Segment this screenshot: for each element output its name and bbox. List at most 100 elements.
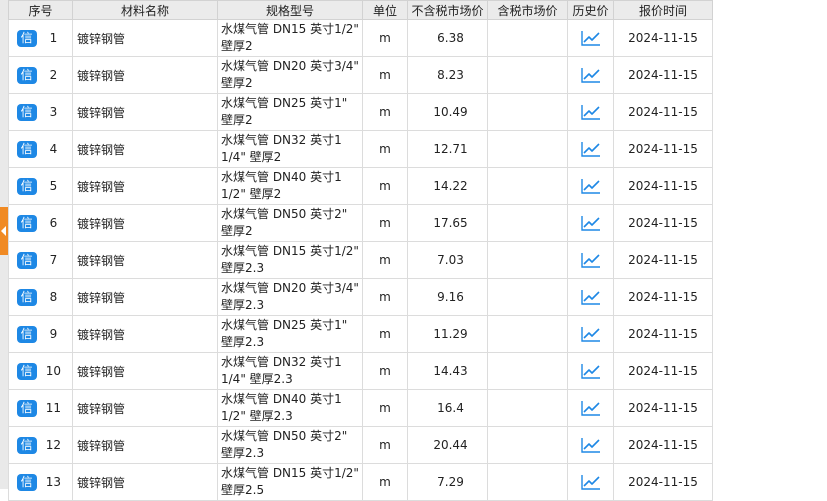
- header-material-name[interactable]: 材料名称: [72, 0, 218, 20]
- material-name: 镀锌钢管: [72, 56, 218, 94]
- trend-line-icon[interactable]: [580, 400, 601, 416]
- info-badge-icon[interactable]: 信: [16, 288, 37, 306]
- unit: m: [362, 56, 408, 94]
- trend-line-icon[interactable]: [580, 326, 601, 342]
- material-name: 镀锌钢管: [72, 93, 218, 131]
- table-row[interactable]: 信 6 镀锌钢管 水煤气管 DN50 英寸2" 壁厚2 m 17.65 2024…: [8, 204, 713, 242]
- unit: m: [362, 19, 408, 57]
- info-badge-icon[interactable]: 信: [16, 362, 37, 380]
- material-name: 镀锌钢管: [72, 19, 218, 57]
- row-seq: 10: [45, 364, 62, 378]
- row-seq: 12: [45, 438, 62, 452]
- info-badge-icon[interactable]: 信: [16, 29, 37, 47]
- info-badge-icon[interactable]: 信: [16, 214, 37, 232]
- price-incl-tax: [487, 19, 568, 57]
- seq-cell: 信 13: [8, 463, 73, 501]
- trend-line-icon[interactable]: [580, 252, 601, 268]
- info-badge-icon[interactable]: 信: [16, 140, 37, 158]
- info-badge-icon[interactable]: 信: [16, 325, 37, 343]
- seq-cell: 信 5: [8, 167, 73, 205]
- price-incl-tax: [487, 315, 568, 353]
- row-seq: 13: [45, 475, 62, 489]
- header-price-excl-tax[interactable]: 不含税市场价: [407, 0, 488, 20]
- trend-line-icon[interactable]: [580, 474, 601, 490]
- table-row[interactable]: 信 2 镀锌钢管 水煤气管 DN20 英寸3/4" 壁厚2 m 8.23 202…: [8, 56, 713, 94]
- quote-date: 2024-11-15: [613, 278, 713, 316]
- info-badge-icon[interactable]: 信: [16, 436, 37, 454]
- quote-date: 2024-11-15: [613, 19, 713, 57]
- quote-date: 2024-11-15: [613, 463, 713, 501]
- spec-model: 水煤气管 DN15 英寸1/2" 壁厚2.3: [217, 241, 363, 279]
- table-row[interactable]: 信 4 镀锌钢管 水煤气管 DN32 英寸1 1/4" 壁厚2 m 12.71 …: [8, 130, 713, 168]
- header-spec[interactable]: 规格型号: [217, 0, 363, 20]
- history-price-cell: [567, 389, 614, 427]
- quote-date: 2024-11-15: [613, 204, 713, 242]
- material-name: 镀锌钢管: [72, 389, 218, 427]
- price-incl-tax: [487, 278, 568, 316]
- history-price-cell: [567, 167, 614, 205]
- table-row[interactable]: 信 11 镀锌钢管 水煤气管 DN40 英寸1 1/2" 壁厚2.3 m 16.…: [8, 389, 713, 427]
- trend-line-icon[interactable]: [580, 30, 601, 46]
- material-name: 镀锌钢管: [72, 241, 218, 279]
- history-price-cell: [567, 130, 614, 168]
- price-incl-tax: [487, 167, 568, 205]
- trend-line-icon[interactable]: [580, 437, 601, 453]
- row-seq: 5: [49, 179, 58, 193]
- seq-cell: 信 8: [8, 278, 73, 316]
- trend-line-icon[interactable]: [580, 363, 601, 379]
- header-quote-date[interactable]: 报价时间: [613, 0, 713, 20]
- row-seq: 7: [49, 253, 58, 267]
- unit: m: [362, 130, 408, 168]
- material-name: 镀锌钢管: [72, 426, 218, 464]
- row-seq: 9: [49, 327, 58, 341]
- quote-date: 2024-11-15: [613, 352, 713, 390]
- price-excl-tax: 7.03: [407, 241, 488, 279]
- history-price-cell: [567, 426, 614, 464]
- table-row[interactable]: 信 5 镀锌钢管 水煤气管 DN40 英寸1 1/2" 壁厚2 m 14.22 …: [8, 167, 713, 205]
- header-seq[interactable]: 序号: [8, 0, 73, 20]
- table-row[interactable]: 信 1 镀锌钢管 水煤气管 DN15 英寸1/2" 壁厚2 m 6.38 202…: [8, 19, 713, 57]
- trend-line-icon[interactable]: [580, 178, 601, 194]
- price-excl-tax: 10.49: [407, 93, 488, 131]
- info-badge-icon[interactable]: 信: [16, 66, 37, 84]
- price-incl-tax: [487, 204, 568, 242]
- trend-line-icon[interactable]: [580, 289, 601, 305]
- info-badge-icon[interactable]: 信: [16, 103, 37, 121]
- info-badge-icon[interactable]: 信: [16, 177, 37, 195]
- quote-date: 2024-11-15: [613, 56, 713, 94]
- header-history[interactable]: 历史价: [567, 0, 614, 20]
- history-price-cell: [567, 19, 614, 57]
- row-seq: 3: [49, 105, 58, 119]
- table-body: 信 1 镀锌钢管 水煤气管 DN15 英寸1/2" 壁厚2 m 6.38 202…: [8, 19, 713, 501]
- header-price-incl-tax[interactable]: 含税市场价: [487, 0, 568, 20]
- trend-line-icon[interactable]: [580, 215, 601, 231]
- seq-cell: 信 11: [8, 389, 73, 427]
- unit: m: [362, 352, 408, 390]
- table-row[interactable]: 信 3 镀锌钢管 水煤气管 DN25 英寸1" 壁厚2 m 10.49 2024…: [8, 93, 713, 131]
- spec-model: 水煤气管 DN25 英寸1" 壁厚2: [217, 93, 363, 131]
- unit: m: [362, 463, 408, 501]
- unit: m: [362, 167, 408, 205]
- table-row[interactable]: 信 12 镀锌钢管 水煤气管 DN50 英寸2" 壁厚2.3 m 20.44 2…: [8, 426, 713, 464]
- table-row[interactable]: 信 13 镀锌钢管 水煤气管 DN15 英寸1/2" 壁厚2.5 m 7.29 …: [8, 463, 713, 501]
- trend-line-icon[interactable]: [580, 104, 601, 120]
- spec-model: 水煤气管 DN40 英寸1 1/2" 壁厚2: [217, 167, 363, 205]
- quote-date: 2024-11-15: [613, 315, 713, 353]
- seq-cell: 信 2: [8, 56, 73, 94]
- table-row[interactable]: 信 9 镀锌钢管 水煤气管 DN25 英寸1" 壁厚2.3 m 11.29 20…: [8, 315, 713, 353]
- price-incl-tax: [487, 93, 568, 131]
- history-price-cell: [567, 241, 614, 279]
- trend-line-icon[interactable]: [580, 141, 601, 157]
- spec-model: 水煤气管 DN15 英寸1/2" 壁厚2.5: [217, 463, 363, 501]
- header-unit[interactable]: 单位: [362, 0, 408, 20]
- trend-line-icon[interactable]: [580, 67, 601, 83]
- info-badge-icon[interactable]: 信: [16, 251, 37, 269]
- table-row[interactable]: 信 10 镀锌钢管 水煤气管 DN32 英寸1 1/4" 壁厚2.3 m 14.…: [8, 352, 713, 390]
- info-badge-icon[interactable]: 信: [16, 473, 37, 491]
- table-row[interactable]: 信 7 镀锌钢管 水煤气管 DN15 英寸1/2" 壁厚2.3 m 7.03 2…: [8, 241, 713, 279]
- price-excl-tax: 16.4: [407, 389, 488, 427]
- info-badge-icon[interactable]: 信: [16, 399, 37, 417]
- table-row[interactable]: 信 8 镀锌钢管 水煤气管 DN20 英寸3/4" 壁厚2.3 m 9.16 2…: [8, 278, 713, 316]
- collapse-panel-handle[interactable]: [0, 207, 8, 255]
- row-seq: 1: [49, 31, 58, 45]
